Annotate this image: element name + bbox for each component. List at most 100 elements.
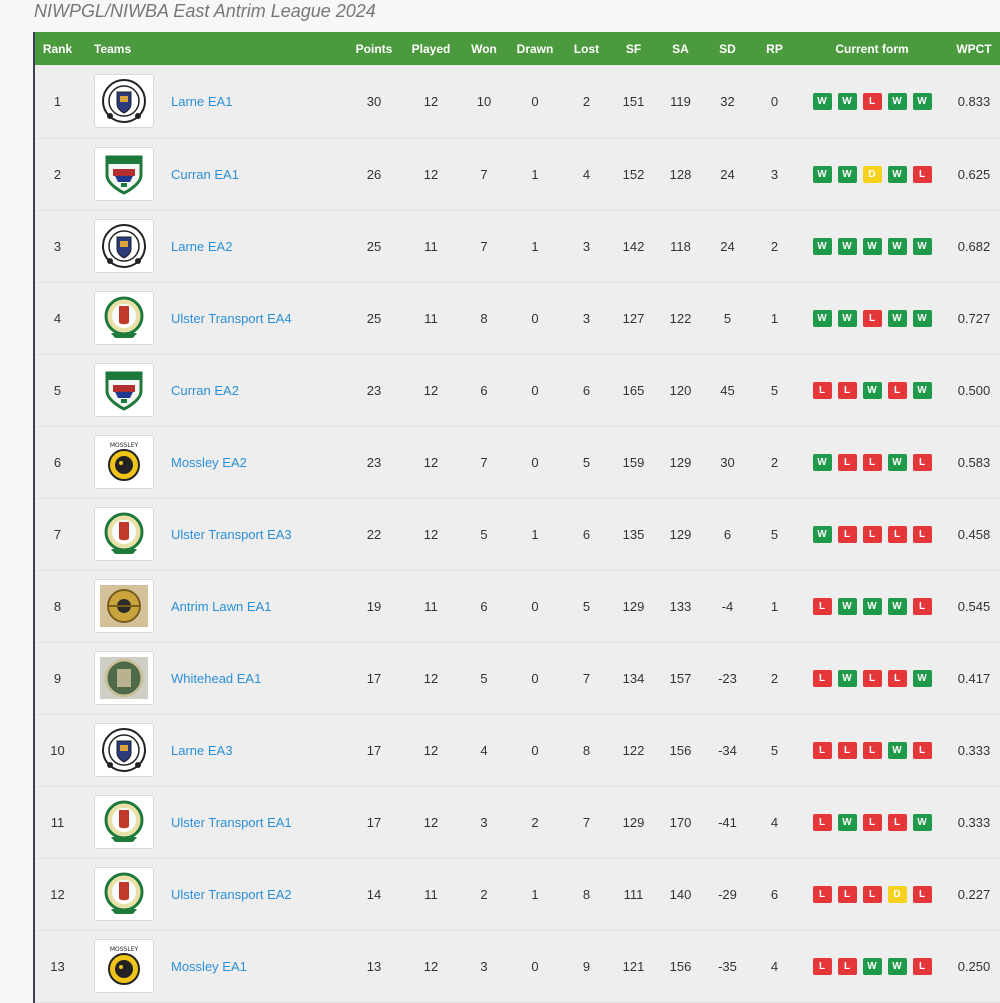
table-row: 12 Ulster Transport EA2 14 11 2 1 8 111 140 -29…: [35, 858, 1000, 930]
team-cell: Larne EA3: [80, 714, 348, 786]
larne-crest-icon[interactable]: [94, 74, 154, 129]
points-cell: 19: [366, 598, 382, 614]
wpct-cell: 0.682: [957, 238, 991, 254]
league-table: Rank Teams Points Played Won Drawn Lost …: [33, 32, 1000, 1003]
team-link[interactable]: Antrim Lawn EA1: [171, 599, 271, 614]
sa-cell: 118: [670, 238, 691, 254]
curran-crest-icon[interactable]: [94, 363, 154, 417]
points-cell: 17: [366, 742, 382, 758]
team-link[interactable]: Mossley EA1: [171, 959, 247, 974]
form-badge: W: [912, 92, 932, 110]
played-cell: 12: [423, 814, 439, 830]
col-teams[interactable]: Teams: [80, 32, 348, 65]
sa-cell: 156: [669, 958, 692, 974]
form-badge: W: [812, 453, 832, 471]
form-badge: L: [812, 597, 832, 615]
wpct-cell: 0.417: [957, 670, 991, 686]
form-badge: W: [912, 309, 932, 327]
col-lost[interactable]: Lost: [564, 32, 609, 65]
form-badge: W: [812, 237, 832, 255]
wpct-cell: 0.833: [957, 93, 991, 109]
team-cell: Larne EA2: [80, 210, 348, 282]
wpct-cell: 0.250: [957, 958, 991, 974]
current-form-cell: WWWWW: [797, 210, 947, 282]
won-cell: 2: [480, 886, 488, 902]
team-link[interactable]: Whitehead EA1: [171, 671, 261, 686]
form-badge: W: [812, 165, 832, 183]
team-link[interactable]: Larne EA3: [171, 743, 232, 758]
team-link[interactable]: Larne EA1: [171, 94, 232, 109]
team-link[interactable]: Curran EA2: [171, 383, 239, 398]
rank-cell: 11: [50, 814, 65, 830]
lost-cell: 3: [582, 310, 591, 326]
form-badge: L: [887, 525, 907, 543]
sd-cell: -34: [718, 742, 737, 758]
rank-cell: 13: [50, 958, 65, 974]
sf-cell: 152: [622, 166, 645, 182]
team-link[interactable]: Ulster Transport EA2: [171, 887, 292, 902]
col-sa[interactable]: SA: [658, 32, 703, 65]
rp-cell: 5: [770, 382, 779, 398]
col-drawn[interactable]: Drawn: [506, 32, 564, 65]
curran-crest-icon[interactable]: [94, 147, 154, 201]
form-badge: L: [837, 957, 857, 975]
points-cell: 14: [366, 886, 382, 902]
table-row: 13 MOSSLEY Mossley EA1 13 12 3 0 9 121 156 -35 4…: [35, 930, 1000, 1002]
lost-cell: 2: [582, 93, 591, 109]
ulster-transport-crest-icon[interactable]: [94, 291, 154, 345]
team-link[interactable]: Curran EA1: [171, 167, 239, 182]
sf-cell: 122: [622, 742, 645, 758]
ulster-transport-crest-icon[interactable]: [94, 867, 154, 921]
drawn-cell: 0: [531, 310, 539, 326]
col-sd[interactable]: SD: [703, 32, 752, 65]
sa-cell: 120: [669, 382, 692, 398]
points-cell: 17: [366, 814, 382, 830]
form-badge: L: [812, 741, 832, 759]
col-rank[interactable]: Rank: [35, 32, 80, 65]
team-cell: MOSSLEY Mossley EA1: [80, 930, 348, 1002]
form-badge: L: [837, 453, 857, 471]
sa-cell: 129: [669, 526, 692, 542]
ulster-transport-crest-icon[interactable]: [94, 507, 154, 561]
col-wpct[interactable]: WPCT: [947, 32, 1000, 65]
col-rp[interactable]: RP: [752, 32, 797, 65]
col-points[interactable]: Points: [348, 32, 400, 65]
form-badge: D: [862, 165, 882, 183]
current-form-cell: LWWWL: [797, 570, 947, 642]
won-cell: 7: [480, 238, 488, 254]
wpct-cell: 0.227: [957, 886, 991, 902]
antrim-lawn-crest-icon[interactable]: [94, 579, 154, 633]
team-link[interactable]: Ulster Transport EA3: [171, 527, 292, 542]
col-current-form: Current form: [835, 41, 909, 56]
ulster-transport-crest-icon[interactable]: [94, 795, 154, 849]
team-cell: MOSSLEY Mossley EA2: [80, 426, 348, 498]
team-link[interactable]: Ulster Transport EA4: [171, 311, 292, 326]
wpct-cell: 0.727: [957, 310, 991, 326]
drawn-cell: 0: [531, 93, 539, 109]
larne-crest-icon[interactable]: [94, 723, 154, 777]
form-badge: L: [812, 813, 832, 831]
form-badge: L: [912, 597, 932, 615]
larne-crest-icon[interactable]: [94, 219, 154, 273]
played-cell: 12: [423, 670, 439, 686]
table-row: 6 MOSSLEY Mossley EA2 23 12 7 0 5 159 129 30 2 W L…: [35, 426, 1000, 498]
col-played[interactable]: Played: [400, 32, 462, 65]
lost-cell: 6: [582, 526, 591, 542]
sa-cell: 170: [669, 814, 692, 830]
mossley-crest-icon[interactable]: MOSSLEY: [94, 939, 154, 993]
sd-cell: -4: [721, 598, 734, 614]
form-badge: W: [887, 165, 907, 183]
form-badge: W: [812, 525, 832, 543]
team-link[interactable]: Mossley EA2: [171, 455, 247, 470]
col-sf[interactable]: SF: [609, 32, 658, 65]
current-form-cell: LWLLW: [797, 642, 947, 714]
form-badge: W: [837, 165, 857, 183]
svg-text:MOSSLEY: MOSSLEY: [110, 946, 139, 953]
whitehead-crest-icon[interactable]: [94, 651, 154, 705]
played-cell: 11: [424, 310, 438, 326]
team-link[interactable]: Ulster Transport EA1: [171, 815, 292, 830]
sf-cell: 135: [622, 526, 645, 542]
col-won[interactable]: Won: [462, 32, 506, 65]
team-link[interactable]: Larne EA2: [171, 239, 232, 254]
mossley-crest-icon[interactable]: MOSSLEY: [94, 435, 154, 489]
